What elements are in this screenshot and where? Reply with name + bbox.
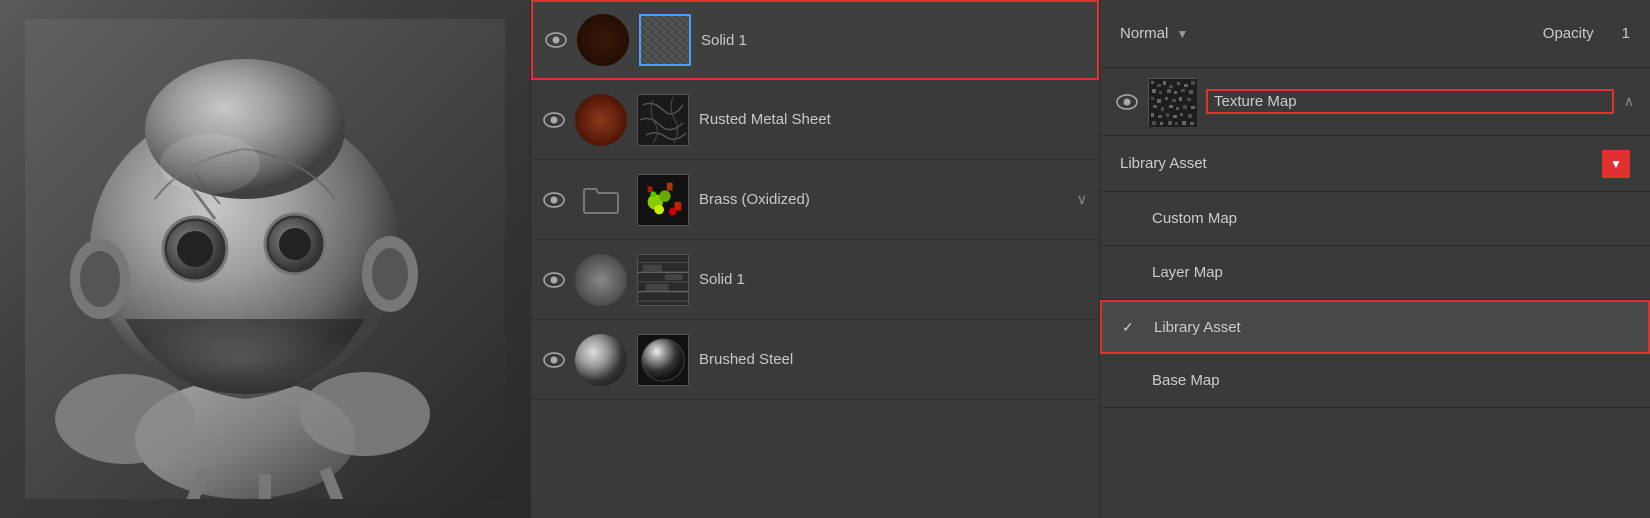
blend-mode-chevron: ▼ xyxy=(1176,27,1188,41)
layer-item-brass-oxidized[interactable]: Brass (Oxidized) ∨ xyxy=(531,160,1099,240)
layer-thumb-color-brass-oxidized xyxy=(575,174,627,226)
texture-visibility-icon[interactable] xyxy=(1116,94,1138,110)
blend-mode-label: Normal xyxy=(1120,25,1168,42)
texture-map-label: Texture Map xyxy=(1206,89,1614,114)
dropdown-option-library-asset[interactable]: ✓ Library Asset xyxy=(1100,300,1650,354)
right-panel: Normal ▼ Opacity 1 xyxy=(1100,0,1650,518)
layer-name-brass-oxidized: Brass (Oxidized) xyxy=(699,191,1067,208)
dropdown-toggle-button[interactable]: ▼ xyxy=(1602,150,1630,178)
layer-name-solid1-top: Solid 1 xyxy=(701,32,1085,49)
opacity-label: Opacity xyxy=(1543,25,1594,42)
layer-thumb-texture-brass-oxidized xyxy=(637,174,689,226)
dropdown-option-label-library-asset: Library Asset xyxy=(1154,319,1628,336)
dropdown-option-layer-map[interactable]: Layer Map xyxy=(1100,246,1650,300)
texture-map-thumbnail xyxy=(1148,78,1196,126)
check-icon-library-asset: ✓ xyxy=(1122,319,1146,336)
dropdown-option-label-base-map: Base Map xyxy=(1152,372,1630,389)
texture-expand-button[interactable]: ∧ xyxy=(1624,93,1634,110)
visibility-icon-solid1-bottom[interactable] xyxy=(543,272,565,288)
layer-name-solid1-bottom: Solid 1 xyxy=(699,271,1087,288)
layer-thumb-texture-solid1-bottom xyxy=(637,254,689,306)
visibility-icon-solid1-top[interactable] xyxy=(545,32,567,48)
layer-panel: Solid 1 Rusted Metal Sheet xyxy=(530,0,1100,518)
layer-item-brushed-steel[interactable]: Brushed Steel xyxy=(531,320,1099,400)
dropdown-option-label-layer-map: Layer Map xyxy=(1152,264,1630,281)
layer-name-brushed-steel: Brushed Steel xyxy=(699,351,1087,368)
layer-item-rusted-metal[interactable]: Rusted Metal Sheet xyxy=(531,80,1099,160)
visibility-icon-brass-oxidized[interactable] xyxy=(543,192,565,208)
layer-expand-chevron-brass[interactable]: ∨ xyxy=(1077,191,1087,208)
layer-thumb-texture-solid1-top xyxy=(639,14,691,66)
layer-name-rusted-metal: Rusted Metal Sheet xyxy=(699,111,1087,128)
texture-map-row: Texture Map ∧ xyxy=(1100,68,1650,136)
blend-opacity-bar: Normal ▼ Opacity 1 xyxy=(1100,0,1650,68)
dropdown-area: Library Asset ▼ Custom Map Layer Map ✓ L… xyxy=(1100,136,1650,518)
robot-render xyxy=(0,0,530,518)
visibility-icon-rusted-metal[interactable] xyxy=(543,112,565,128)
layer-item-solid1-top[interactable]: Solid 1 xyxy=(531,0,1099,80)
dropdown-option-base-map[interactable]: Base Map xyxy=(1100,354,1650,408)
layer-item-solid1-bottom[interactable]: Solid 1 xyxy=(531,240,1099,320)
layer-thumb-color-brushed-steel xyxy=(575,334,627,386)
layer-thumb-texture-brushed-steel xyxy=(637,334,689,386)
layer-thumb-color-solid1-bottom xyxy=(575,254,627,306)
dropdown-header: Library Asset ▼ xyxy=(1100,136,1650,192)
dropdown-option-label-custom-map: Custom Map xyxy=(1152,210,1630,227)
dropdown-current-value: Library Asset xyxy=(1120,155,1602,172)
opacity-value: 1 xyxy=(1622,25,1630,42)
dropdown-arrow-icon: ▼ xyxy=(1610,157,1622,171)
layer-thumb-texture-rusted-metal xyxy=(637,94,689,146)
blend-mode-dropdown[interactable]: Normal ▼ xyxy=(1120,25,1188,42)
dropdown-option-custom-map[interactable]: Custom Map xyxy=(1100,192,1650,246)
3d-viewport xyxy=(0,0,530,518)
robot-svg xyxy=(25,19,505,499)
layer-thumb-color-solid1-top xyxy=(577,14,629,66)
visibility-icon-brushed-steel[interactable] xyxy=(543,352,565,368)
layer-thumb-color-rusted-metal xyxy=(575,94,627,146)
